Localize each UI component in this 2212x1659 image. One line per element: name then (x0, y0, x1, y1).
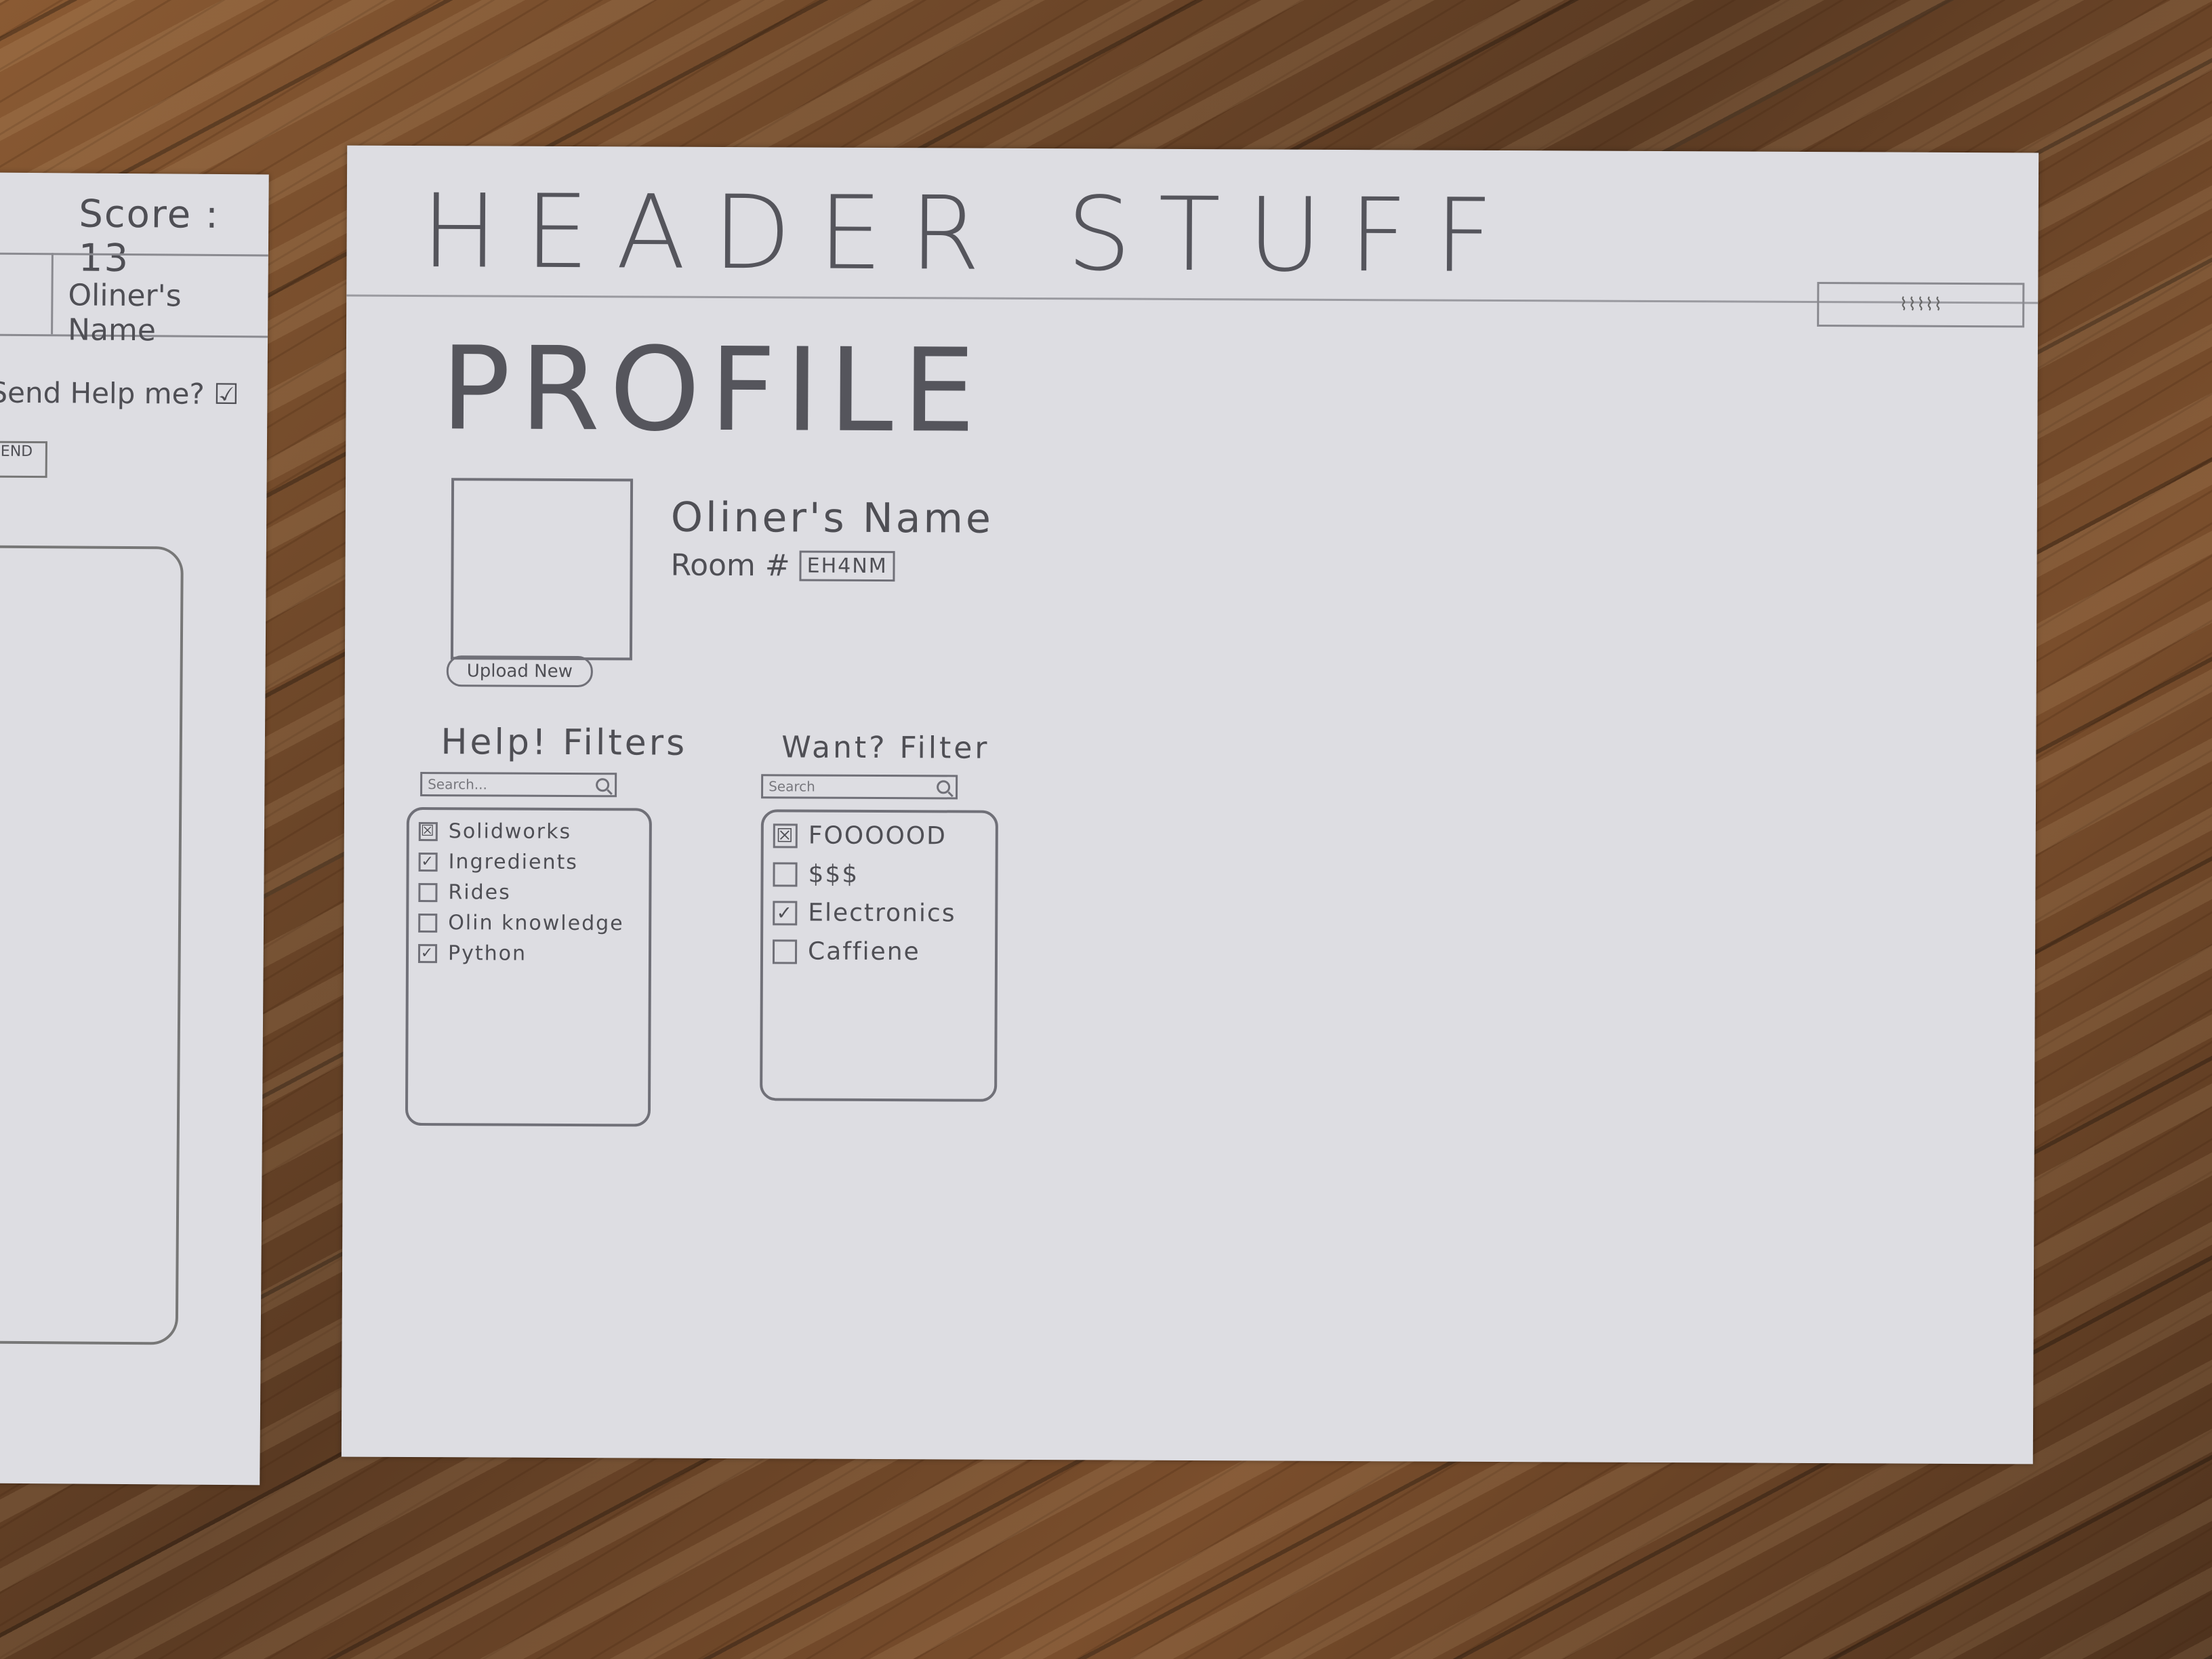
checkbox[interactable]: ☒ (418, 821, 438, 841)
checkbox[interactable]: ✓ (418, 852, 438, 872)
checkbox[interactable]: ✓ (773, 900, 798, 925)
help-filters-section: Help! Filters Search... ☒ Solidworks ✓ I… (405, 722, 687, 1127)
page-title: PROFILE (441, 322, 985, 459)
score-display: Score : 13 (78, 192, 220, 281)
room-input[interactable]: EH4NM (799, 550, 895, 582)
content-panel (0, 545, 184, 1345)
scribble-icon: ⌇⌇⌇⌇⌇ (1899, 294, 1943, 315)
list-item-label: $$$ (808, 860, 859, 888)
upload-new-button[interactable]: Upload New (446, 655, 593, 688)
list-item[interactable]: Caffiene (772, 937, 985, 966)
room-label: Room # (670, 548, 790, 583)
help-filters-list: ☒ Solidworks ✓ Ingredients Rides Olin kn… (405, 806, 652, 1127)
previous-page-sketch: Score : 13 Oliner's Name Send Help me? ☑… (0, 172, 269, 1486)
list-item-label: Caffiene (807, 937, 920, 966)
list-item-label: Solidworks (448, 819, 572, 844)
list-item-label: Rides (448, 880, 511, 905)
want-search-input[interactable]: Search (761, 774, 958, 800)
profile-page-sketch: HEADER STUFF ⌇⌇⌇⌇⌇ PROFILE Upload New Ol… (341, 145, 2039, 1465)
list-item[interactable]: ✓ Electronics (773, 899, 985, 927)
list-item-label: Ingredients (448, 850, 578, 875)
list-item[interactable]: ☒ Solidworks (418, 819, 640, 844)
checkbox[interactable] (418, 882, 438, 902)
help-search-placeholder: Search... (428, 776, 487, 793)
send-help-checkbox-label[interactable]: Send Help me? ☑ (0, 376, 239, 411)
help-search-input[interactable]: Search... (420, 772, 617, 798)
profile-picture-placeholder (450, 478, 634, 661)
list-item[interactable]: ✓ Python (417, 941, 639, 966)
user-menu-widget[interactable]: ⌇⌇⌇⌇⌇ (1817, 282, 2025, 328)
want-search-placeholder: Search (769, 778, 815, 795)
profile-name: Oliner's Name (670, 493, 994, 543)
list-item-label: Electronics (808, 899, 956, 928)
checkbox[interactable] (773, 861, 798, 886)
header-column-divider (51, 253, 54, 335)
send-button[interactable]: SEND (0, 441, 47, 478)
room-row: Room # EH4NM (670, 548, 895, 583)
list-item[interactable]: $$$ (773, 860, 985, 888)
list-item[interactable]: ☒ FOOOOOD (773, 821, 986, 850)
list-item-label: Olin knowledge (448, 911, 624, 936)
want-filters-section: Want? Filter Search ☒ FOOOOOD $$$ ✓ Elec… (760, 730, 998, 1102)
list-item[interactable]: Olin knowledge (418, 911, 639, 935)
checkbox[interactable] (418, 913, 438, 933)
list-item[interactable]: ✓ Ingredients (418, 850, 640, 875)
list-item-label: FOOOOOD (808, 821, 947, 851)
want-filters-title: Want? Filter (781, 730, 990, 766)
checkbox[interactable]: ☒ (773, 823, 798, 848)
user-name-menu[interactable]: Oliner's Name (68, 278, 268, 348)
header-divider (346, 294, 2039, 304)
search-icon[interactable] (937, 780, 951, 794)
header-banner: HEADER STUFF (421, 173, 1521, 296)
list-item[interactable]: Rides (418, 880, 639, 905)
checkbox[interactable] (772, 939, 798, 964)
checkbox[interactable]: ✓ (417, 943, 438, 963)
want-filters-list: ☒ FOOOOOD $$$ ✓ Electronics Caffiene (760, 809, 998, 1102)
help-filters-title: Help! Filters (441, 722, 688, 764)
list-item-label: Python (447, 941, 527, 966)
search-icon[interactable] (596, 778, 610, 792)
